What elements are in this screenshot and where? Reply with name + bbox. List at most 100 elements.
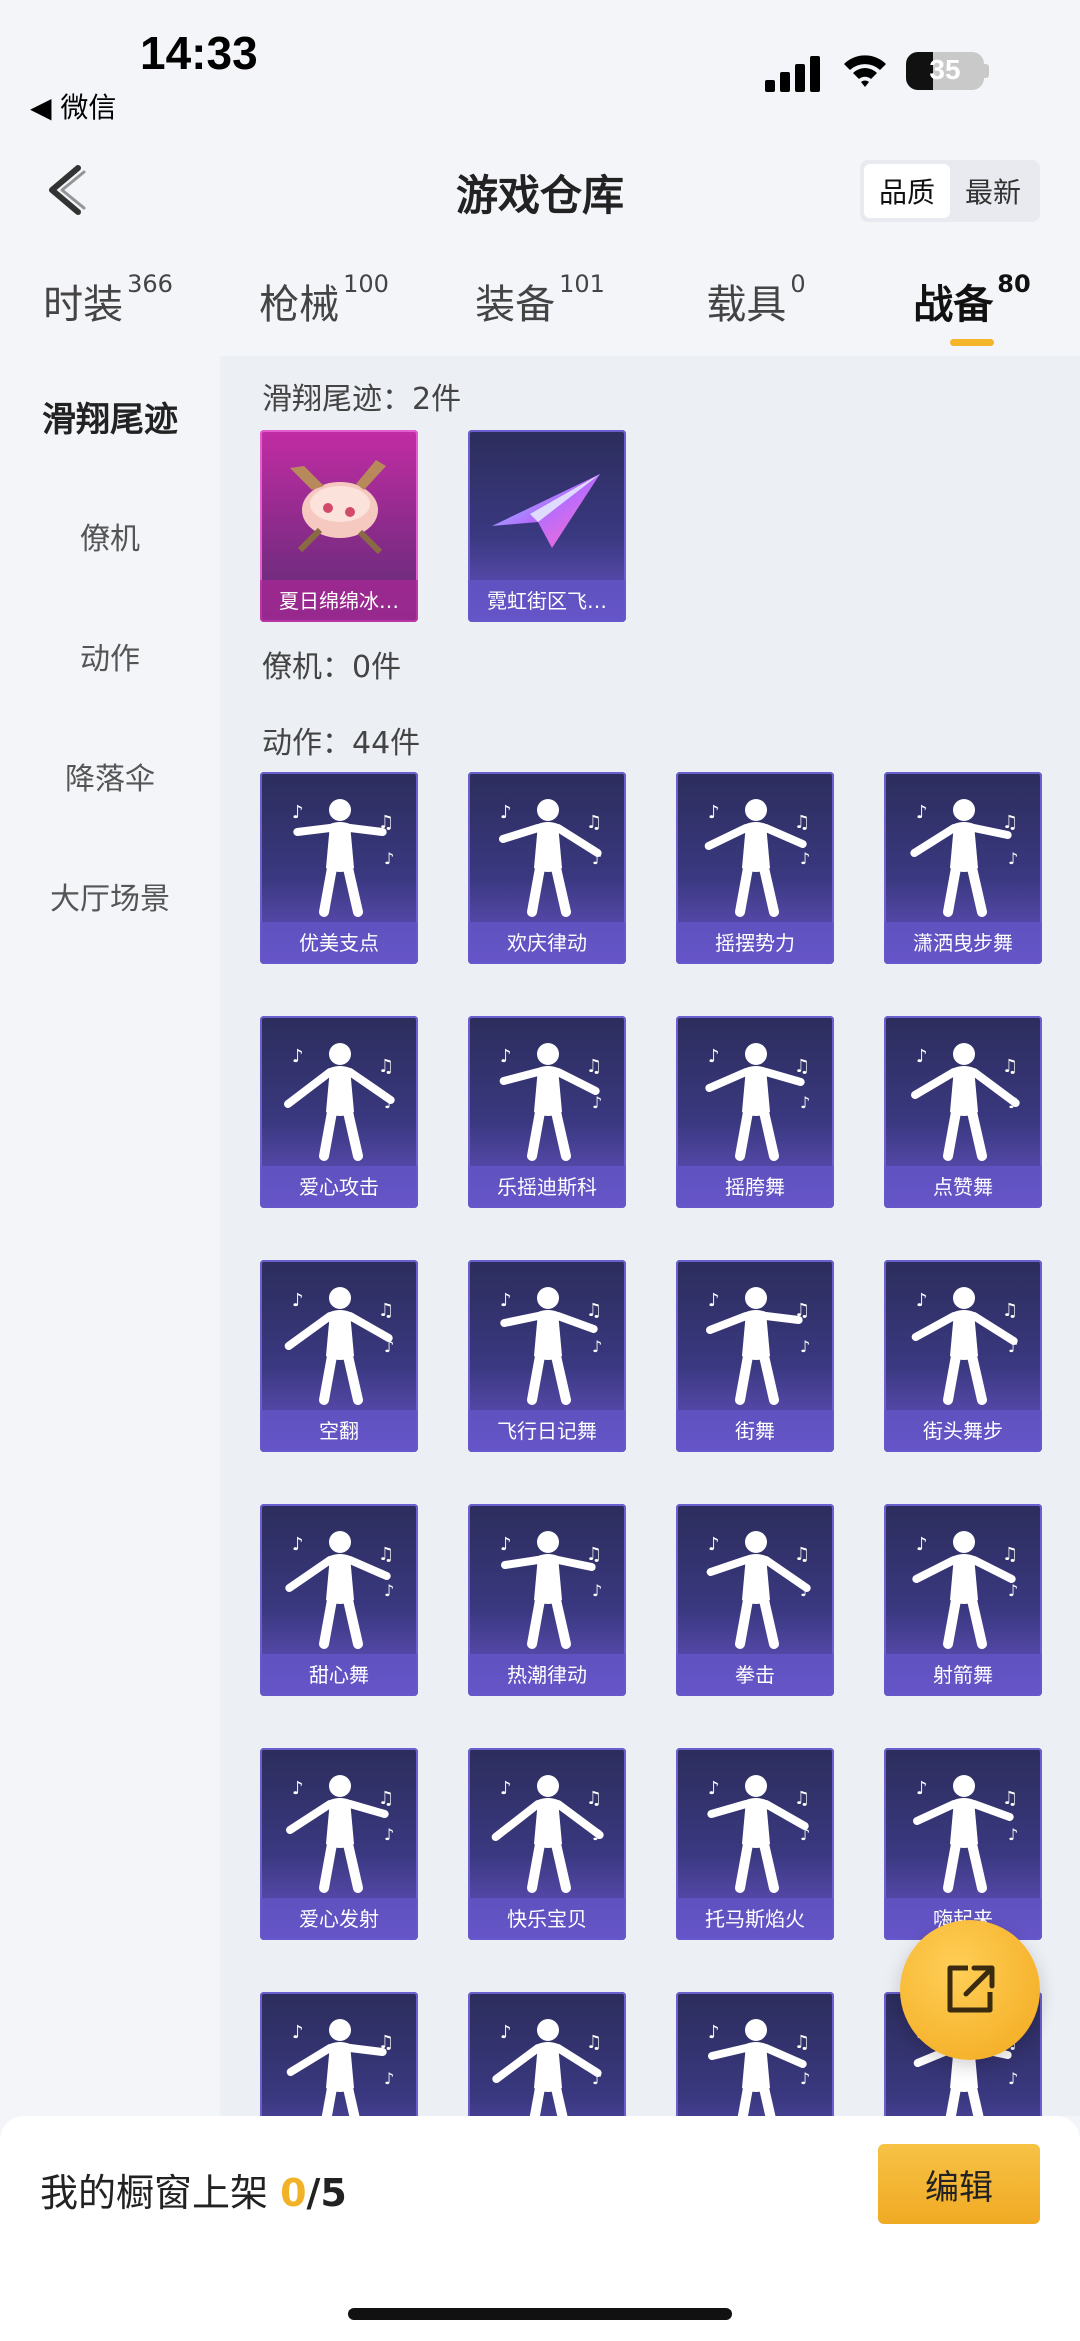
header: 游戏仓库 品质 最新 bbox=[0, 140, 1080, 240]
dancer-silhouette-icon: ♪ ♫ ♪ bbox=[707, 1775, 810, 1893]
svg-text:♪: ♪ bbox=[1008, 1093, 1018, 1112]
dancer-silhouette-icon: ♪ ♫ ♪ bbox=[708, 2019, 810, 2116]
svg-text:♫: ♫ bbox=[586, 2032, 602, 2053]
emote-card[interactable]: ♪ ♫ ♪ 空翻 bbox=[260, 1260, 418, 1452]
emote-card[interactable]: ♪ ♫ ♪ 街头舞步 bbox=[884, 1260, 1042, 1452]
svg-text:♫: ♫ bbox=[1002, 1300, 1018, 1321]
emote-name: 街头舞步 bbox=[884, 1410, 1042, 1452]
svg-text:♪: ♪ bbox=[292, 1046, 304, 1067]
svg-text:♫: ♫ bbox=[378, 1056, 394, 1077]
emote-card[interactable]: ♪ ♫ ♪ 潇洒曳步舞 bbox=[884, 772, 1042, 964]
tab-guns[interactable]: 枪械 100 bbox=[216, 262, 432, 352]
dancer-silhouette-icon: ♪ ♫ ♪ bbox=[499, 799, 602, 917]
back-to-wechat-link[interactable]: ◀ 微信 bbox=[30, 86, 116, 126]
showcase-count: 0 bbox=[280, 2171, 307, 2215]
svg-text:♪: ♪ bbox=[708, 1778, 720, 1799]
emote-card[interactable]: ♪ ♫ ♪ 嗨起来 bbox=[884, 1748, 1042, 1940]
emote-name: 乐摇迪斯科 bbox=[468, 1166, 626, 1208]
dancer-silhouette-icon: ♪ ♫ ♪ bbox=[910, 799, 1018, 917]
emote-name: 优美支点 bbox=[260, 922, 418, 964]
glide-trail-art bbox=[492, 474, 600, 548]
dancer-silhouette-icon: ♪ ♫ ♪ bbox=[499, 1043, 602, 1161]
dancer-silhouette-icon: ♪ ♫ ♪ bbox=[284, 1287, 394, 1405]
tab-count: 101 bbox=[559, 270, 605, 298]
svg-text:♫: ♫ bbox=[1002, 812, 1018, 833]
emote-card[interactable]: ♪ ♫ ♪ bbox=[260, 1992, 418, 2116]
emote-card[interactable]: ♪ ♫ ♪ 乐摇迪斯科 bbox=[468, 1016, 626, 1208]
svg-text:♪: ♪ bbox=[500, 2022, 512, 2043]
svg-text:♫: ♫ bbox=[378, 812, 394, 833]
showcase-label: 我的橱窗上架 bbox=[40, 2171, 281, 2215]
sidebar-item-glide-trail[interactable]: 滑翔尾迹 bbox=[0, 356, 220, 476]
tab-label: 枪械 bbox=[259, 282, 340, 328]
emote-card[interactable]: ♪ ♫ ♪ 街舞 bbox=[676, 1260, 834, 1452]
tab-equipment[interactable]: 装备 101 bbox=[432, 262, 648, 352]
emote-name: 摇胯舞 bbox=[676, 1166, 834, 1208]
sidebar-item-lobby-scene[interactable]: 大厅场景 bbox=[0, 836, 220, 956]
emote-card[interactable]: ♪ ♫ ♪ bbox=[468, 1992, 626, 2116]
emote-card[interactable]: ♪ ♫ ♪ 快乐宝贝 bbox=[468, 1748, 626, 1940]
emote-card[interactable]: ♪ ♫ ♪ 爱心攻击 bbox=[260, 1016, 418, 1208]
emote-card[interactable]: ♪ ♫ ♪ 拳击 bbox=[676, 1504, 834, 1696]
edit-button[interactable]: 编辑 bbox=[878, 2144, 1040, 2224]
svg-text:♪: ♪ bbox=[708, 802, 720, 823]
svg-text:♫: ♫ bbox=[794, 2032, 810, 2053]
svg-text:♫: ♫ bbox=[378, 1544, 394, 1565]
tab-costumes[interactable]: 时装 366 bbox=[0, 262, 216, 352]
dancer-silhouette-icon: ♪ ♫ ♪ bbox=[285, 1531, 394, 1649]
sidebar: 滑翔尾迹 僚机 动作 降落伞 大厅场景 bbox=[0, 356, 220, 2116]
sidebar-item-wingman[interactable]: 僚机 bbox=[0, 476, 220, 596]
svg-text:♪: ♪ bbox=[292, 1290, 304, 1311]
tab-count: 80 bbox=[997, 270, 1031, 298]
tab-label: 战备 bbox=[913, 282, 994, 328]
status-time: 14:33 bbox=[140, 27, 258, 79]
item-card[interactable]: 夏日绵绵冰… bbox=[260, 430, 418, 622]
emote-card[interactable]: ♪ ♫ ♪ 摇胯舞 bbox=[676, 1016, 834, 1208]
tab-label: 时装 bbox=[43, 282, 124, 328]
emote-card[interactable]: ♪ ♫ ♪ 点赞舞 bbox=[884, 1016, 1042, 1208]
share-fab[interactable] bbox=[900, 1920, 1040, 2060]
tab-count: 366 bbox=[127, 270, 173, 298]
emote-card[interactable]: ♪ ♫ ♪ 射箭舞 bbox=[884, 1504, 1042, 1696]
dancer-silhouette-icon: ♪ ♫ ♪ bbox=[292, 799, 394, 917]
active-tab-indicator bbox=[950, 339, 994, 346]
svg-text:♪: ♪ bbox=[708, 1046, 720, 1067]
emote-card[interactable]: ♪ ♫ ♪ 甜心舞 bbox=[260, 1504, 418, 1696]
emote-card[interactable]: ♪ ♫ ♪ 摇摆势力 bbox=[676, 772, 834, 964]
emote-name: 甜心舞 bbox=[260, 1654, 418, 1696]
svg-text:♫: ♫ bbox=[794, 812, 810, 833]
tab-tactical-gear[interactable]: 战备 80 bbox=[864, 262, 1080, 352]
section-title-wingman: 僚机：0件 bbox=[262, 650, 402, 685]
sort-by-newest-button[interactable]: 最新 bbox=[950, 164, 1036, 218]
tab-count: 0 bbox=[790, 270, 806, 298]
emote-card[interactable]: ♪ ♫ ♪ 热潮律动 bbox=[468, 1504, 626, 1696]
svg-text:♪: ♪ bbox=[1008, 849, 1018, 868]
sort-by-quality-button[interactable]: 品质 bbox=[864, 164, 950, 218]
svg-text:♪: ♪ bbox=[708, 1534, 720, 1555]
emote-card[interactable]: ♪ ♫ ♪ 飞行日记舞 bbox=[468, 1260, 626, 1452]
item-name: 霓虹街区飞… bbox=[468, 580, 626, 622]
svg-text:♪: ♪ bbox=[292, 802, 304, 823]
sidebar-item-parachute[interactable]: 降落伞 bbox=[0, 716, 220, 836]
svg-text:♪: ♪ bbox=[500, 802, 512, 823]
dancer-silhouette-icon: ♪ ♫ ♪ bbox=[500, 1287, 602, 1405]
dancer-silhouette-icon: ♪ ♫ ♪ bbox=[286, 2019, 394, 2116]
svg-text:♪: ♪ bbox=[592, 1825, 602, 1844]
dancer-silhouette-icon: ♪ ♫ ♪ bbox=[704, 799, 810, 917]
emote-card[interactable]: ♪ ♫ ♪ 优美支点 bbox=[260, 772, 418, 964]
dancer-silhouette-icon: ♪ ♫ ♪ bbox=[286, 1775, 394, 1893]
sidebar-item-emotes[interactable]: 动作 bbox=[0, 596, 220, 716]
svg-text:♫: ♫ bbox=[1002, 1788, 1018, 1809]
dancer-silhouette-icon: ♪ ♫ ♪ bbox=[705, 1043, 810, 1161]
svg-text:♫: ♫ bbox=[1002, 1544, 1018, 1565]
svg-text:♪: ♪ bbox=[916, 1778, 928, 1799]
emote-card[interactable]: ♪ ♫ ♪ 欢庆律动 bbox=[468, 772, 626, 964]
emote-card[interactable]: ♪ ♫ ♪ 爱心发射 bbox=[260, 1748, 418, 1940]
bottom-bar: 我的橱窗上架 0/5 编辑 bbox=[0, 2116, 1080, 2341]
emote-name: 欢庆律动 bbox=[468, 922, 626, 964]
emote-card[interactable]: ♪ ♫ ♪ bbox=[676, 1992, 834, 2116]
item-card[interactable]: 霓虹街区飞… bbox=[468, 430, 626, 622]
tab-vehicles[interactable]: 载具 0 bbox=[648, 262, 864, 352]
section-title-emotes: 动作：44件 bbox=[262, 726, 421, 761]
emote-card[interactable]: ♪ ♫ ♪ 托马斯焰火 bbox=[676, 1748, 834, 1940]
